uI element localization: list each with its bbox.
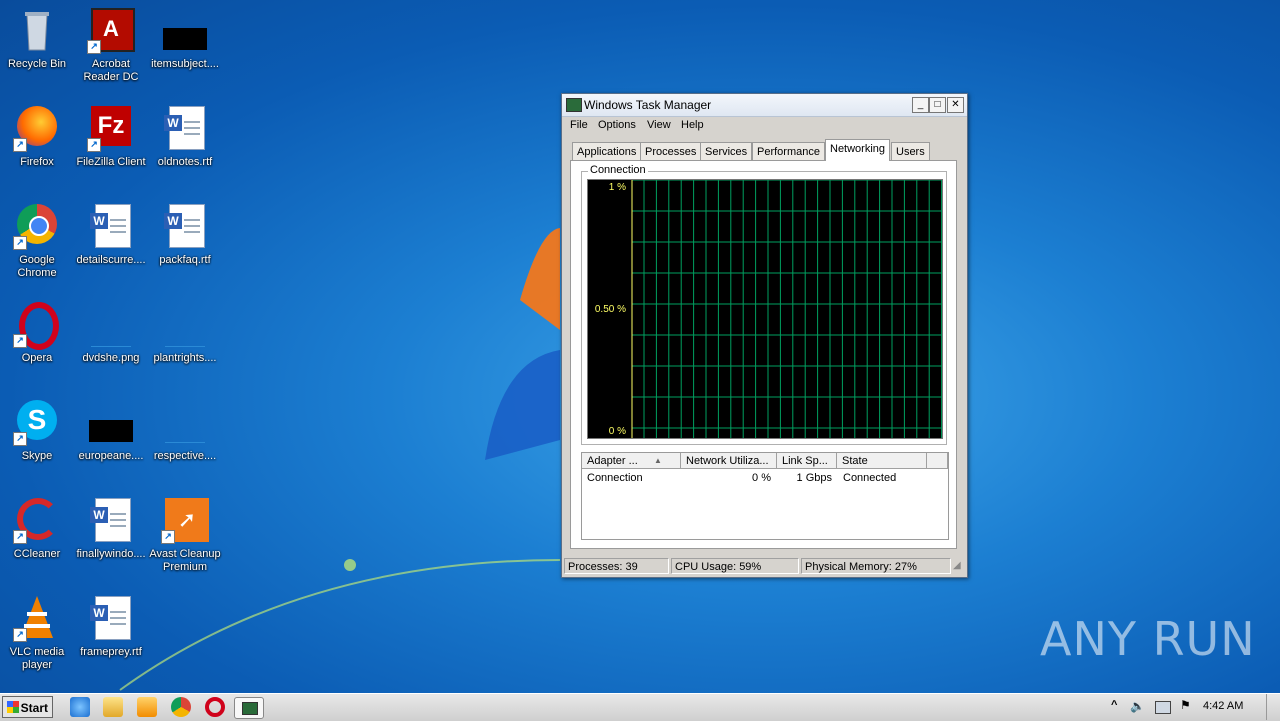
task-manager-icon xyxy=(242,702,258,715)
desktop-icon-vlc[interactable]: ↗ VLC media player xyxy=(0,594,74,672)
tab-users[interactable]: Users xyxy=(891,142,930,161)
task-manager-window[interactable]: Windows Task Manager _ □ ✕ File Options … xyxy=(561,93,968,578)
cell-utilization: 0 % xyxy=(752,472,771,484)
desktop-icon-firefox[interactable]: ↗ Firefox xyxy=(0,104,74,169)
internet-explorer-icon[interactable] xyxy=(70,697,90,717)
status-cpu: CPU Usage: 59% xyxy=(671,558,799,574)
cell-state: Connected xyxy=(843,472,897,484)
window-title: Windows Task Manager xyxy=(584,98,712,112)
desktop-icon-acrobat[interactable]: A ↗ Acrobat Reader DC xyxy=(74,6,148,84)
cell-link-speed: 1 Gbps xyxy=(796,472,832,484)
opera-taskbar-icon[interactable] xyxy=(205,697,225,717)
menu-help[interactable]: Help xyxy=(681,119,704,131)
column-filler xyxy=(927,453,948,469)
word-document-icon: W xyxy=(87,496,135,544)
menu-view[interactable]: View xyxy=(647,119,671,131)
y-label-mid: 0.50 % xyxy=(594,304,626,315)
maximize-button[interactable]: □ xyxy=(929,97,946,113)
action-center-flag-icon[interactable]: ⚑ xyxy=(1180,698,1191,712)
black-thumbnail-icon xyxy=(161,6,209,54)
status-bar: Processes: 39 CPU Usage: 59% Physical Me… xyxy=(562,556,967,576)
vlc-cone-icon: ↗ xyxy=(13,594,61,642)
menu-options[interactable]: Options xyxy=(598,119,636,131)
column-adapter[interactable]: Adapter ... ▲ xyxy=(582,453,681,469)
column-link-speed[interactable]: Link Sp... xyxy=(777,453,837,469)
taskbar: Start ^ 🔈 ⚑ 4:42 AM xyxy=(0,693,1280,721)
image-file-icon xyxy=(87,300,135,348)
desktop-icon-avast-cleanup[interactable]: ➚ ↗ Avast Cleanup Premium xyxy=(148,496,222,574)
desktop-icon-filezilla[interactable]: Fz ↗ FileZilla Client xyxy=(74,104,148,169)
task-manager-icon xyxy=(566,98,582,112)
image-file-icon xyxy=(161,398,209,446)
adapter-list[interactable]: Adapter ... ▲ Network Utiliza... Link Sp… xyxy=(581,452,949,540)
word-document-icon: W xyxy=(87,594,135,642)
chrome-taskbar-icon[interactable] xyxy=(171,697,191,717)
desktop-icon-ccleaner[interactable]: ↗ CCleaner xyxy=(0,496,74,561)
firefox-icon: ↗ xyxy=(13,104,61,152)
word-document-icon: W xyxy=(161,104,209,152)
cell-adapter: Connection xyxy=(587,472,643,484)
menu-bar: File Options View Help xyxy=(562,116,967,136)
word-document-icon: W xyxy=(161,202,209,250)
network-graph: 1 % 0.50 % 0 % xyxy=(587,179,943,439)
avast-rocket-icon: ➚ ↗ xyxy=(161,496,209,544)
desktop-icon-detailscurre[interactable]: W detailscurre.... xyxy=(74,202,148,267)
show-desktop-button[interactable] xyxy=(1266,694,1280,720)
desktop-icon-finallywindo[interactable]: W finallywindo.... xyxy=(74,496,148,561)
status-processes: Processes: 39 xyxy=(564,558,669,574)
opera-icon: ↗ xyxy=(13,300,61,350)
desktop-icon-dvdshe[interactable]: dvdshe.png xyxy=(74,300,148,365)
start-button[interactable]: Start xyxy=(2,696,53,718)
tab-networking[interactable]: Networking xyxy=(825,139,891,161)
desktop-icon-recycle-bin[interactable]: Recycle Bin xyxy=(0,6,74,71)
black-thumbnail-icon xyxy=(87,398,135,446)
volume-icon[interactable]: 🔈 xyxy=(1130,699,1145,713)
column-network-utilization[interactable]: Network Utiliza... xyxy=(681,453,777,469)
media-player-icon[interactable] xyxy=(137,697,157,717)
filezilla-icon: Fz ↗ xyxy=(87,104,135,152)
desktop-icon-frameprey[interactable]: W frameprey.rtf xyxy=(74,594,148,659)
network-tray-icon[interactable] xyxy=(1155,701,1171,714)
acrobat-icon: A ↗ xyxy=(87,6,135,54)
windows-logo-icon xyxy=(7,701,19,713)
image-file-icon xyxy=(161,300,209,348)
menu-file[interactable]: File xyxy=(570,119,588,131)
minimize-button[interactable]: _ xyxy=(912,97,929,113)
tray-expand-icon[interactable]: ^ xyxy=(1111,699,1117,711)
networking-panel: Connection 1 % 0.50 % 0 % Adapter ... ▲ … xyxy=(570,160,957,549)
tab-processes[interactable]: Processes xyxy=(640,142,702,161)
y-label-max: 1 % xyxy=(608,182,626,193)
status-memory: Physical Memory: 27% xyxy=(801,558,951,574)
tab-services[interactable]: Services xyxy=(700,142,753,161)
sort-ascending-icon: ▲ xyxy=(654,456,662,465)
desktop-icon-skype[interactable]: S ↗ Skype xyxy=(0,398,74,463)
desktop-icon-chrome[interactable]: ↗ Google Chrome xyxy=(0,202,74,280)
connection-group-label: Connection xyxy=(588,164,648,176)
desktop-icon-opera[interactable]: ↗ Opera xyxy=(0,300,74,365)
network-graph-grid xyxy=(631,180,942,438)
desktop-icon-packfaq[interactable]: W packfaq.rtf xyxy=(148,202,222,267)
desktop-icon-plantrights[interactable]: plantrights.... xyxy=(148,300,222,365)
desktop-icon-itemsubject[interactable]: itemsubject.... xyxy=(148,6,222,71)
explorer-folder-icon[interactable] xyxy=(103,697,123,717)
title-bar[interactable]: Windows Task Manager _ □ ✕ xyxy=(562,94,967,117)
connection-group: Connection 1 % 0.50 % 0 % xyxy=(581,164,947,445)
desktop-icon-respective[interactable]: respective.... xyxy=(148,398,222,463)
y-label-min: 0 % xyxy=(608,426,626,437)
desktop-icon-europeane[interactable]: europeane.... xyxy=(74,398,148,463)
clock[interactable]: 4:42 AM xyxy=(1203,700,1243,712)
anyrun-watermark: ANY RUN xyxy=(1040,612,1256,666)
recycle-bin-icon xyxy=(13,6,61,54)
skype-icon: S ↗ xyxy=(13,398,61,446)
close-button[interactable]: ✕ xyxy=(947,97,964,113)
word-document-icon: W xyxy=(87,202,135,250)
desktop-icon-oldnotes[interactable]: W oldnotes.rtf xyxy=(148,104,222,169)
chrome-icon: ↗ xyxy=(13,202,61,250)
resize-grip-icon[interactable]: ◢ xyxy=(953,560,961,571)
ccleaner-icon: ↗ xyxy=(13,496,61,544)
task-manager-taskbar-button[interactable] xyxy=(234,697,264,719)
column-state[interactable]: State xyxy=(837,453,927,469)
tab-performance[interactable]: Performance xyxy=(752,142,825,161)
tab-applications[interactable]: Applications xyxy=(572,142,642,161)
